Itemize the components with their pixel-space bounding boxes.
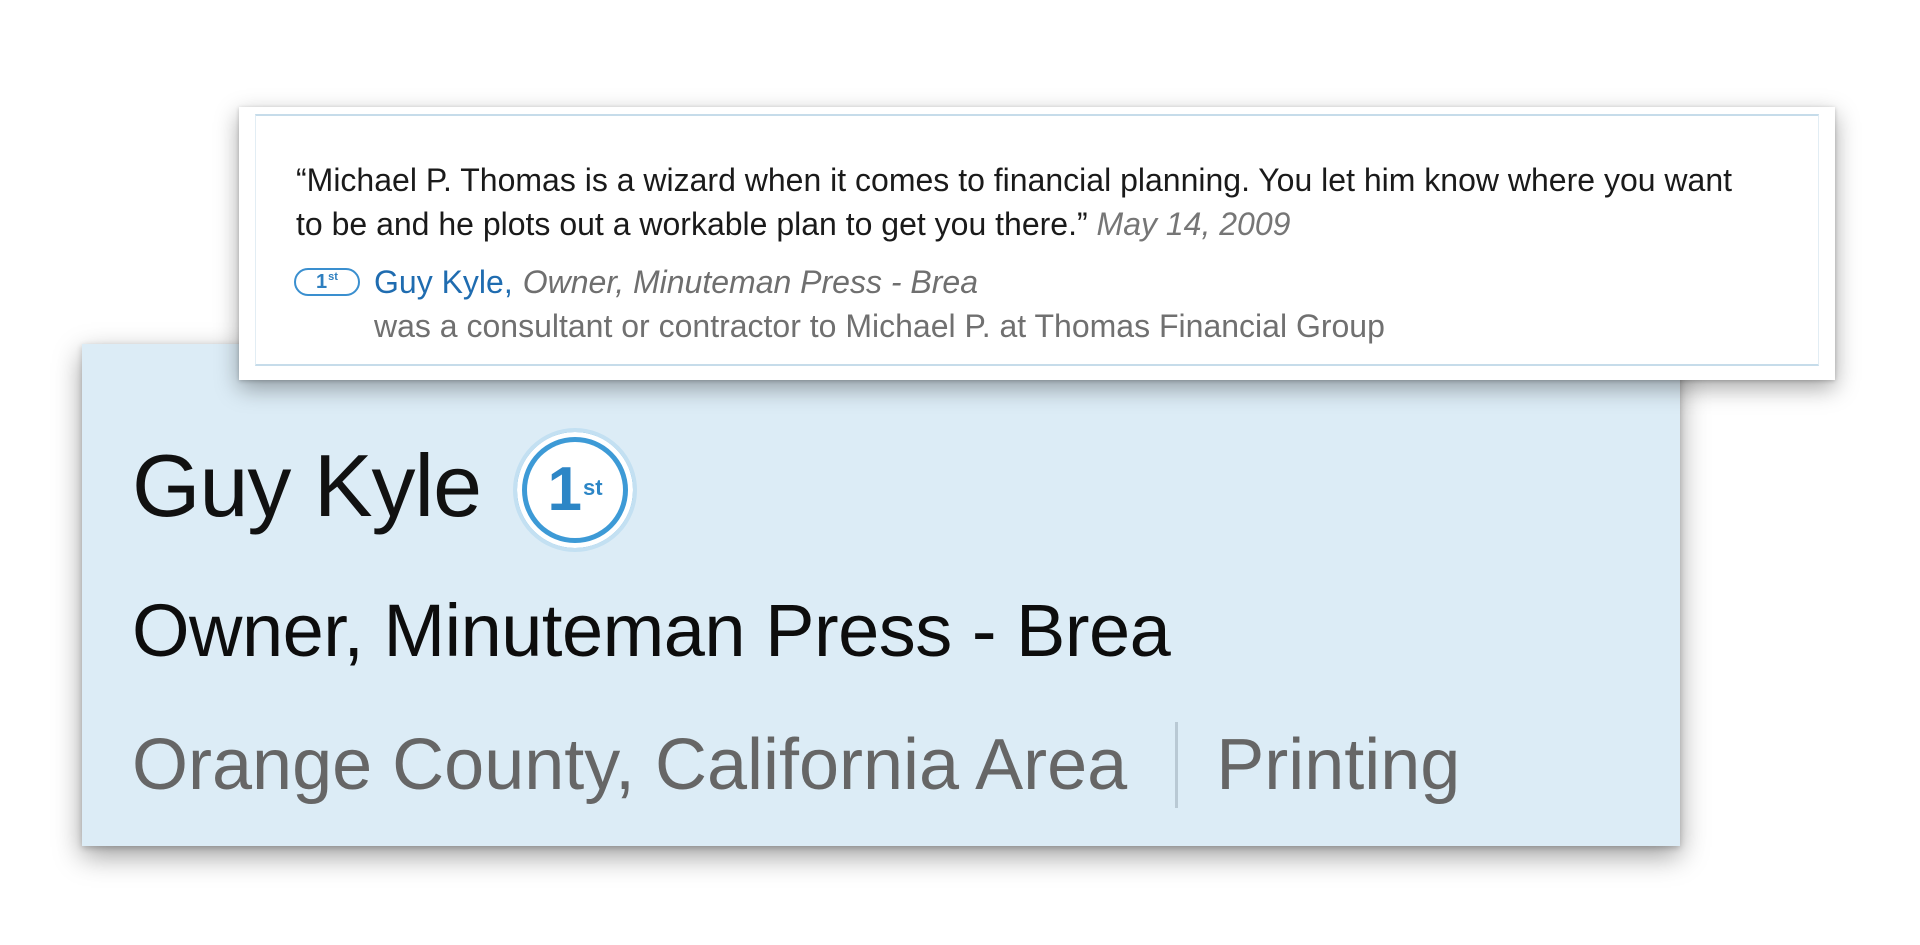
profile-name[interactable]: Guy Kyle bbox=[132, 442, 482, 530]
recommender-relation: was a consultant or contractor to Michae… bbox=[374, 308, 1385, 344]
screenshot-stage: Guy Kyle 1st Owner, Minuteman Press - Br… bbox=[0, 0, 1920, 945]
profile-industry: Printing bbox=[1216, 725, 1461, 805]
profile-headline: Owner, Minuteman Press - Brea bbox=[132, 589, 1171, 672]
profile-card: Guy Kyle 1st Owner, Minuteman Press - Br… bbox=[82, 344, 1680, 846]
recommendation-text: “Michael P. Thomas is a wizard when it c… bbox=[296, 162, 1733, 242]
degree-badge-inner: 1st bbox=[527, 442, 624, 538]
degree-badge-small-number: 1 bbox=[316, 271, 328, 293]
recommender-name-link[interactable]: Guy Kyle bbox=[374, 260, 504, 304]
recommender-title: Owner, Minuteman Press - Brea bbox=[522, 264, 978, 300]
degree-badge-number: 1 bbox=[547, 455, 582, 524]
first-degree-connection-icon: 1st bbox=[513, 428, 638, 552]
recommender-separator: , bbox=[503, 264, 513, 300]
profile-meta: Orange County, California Area Printing bbox=[132, 722, 1460, 808]
recommendation-inner: “Michael P. Thomas is a wizard when it c… bbox=[255, 114, 1819, 366]
recommendation-quote: “Michael P. Thomas is a wizard when it c… bbox=[296, 158, 1746, 246]
meta-divider bbox=[1175, 722, 1179, 808]
degree-badge-suffix: st bbox=[582, 475, 603, 500]
first-degree-connection-icon: 1st bbox=[294, 268, 360, 296]
degree-badge-small-suffix: st bbox=[328, 271, 338, 283]
profile-location: Orange County, California Area bbox=[132, 725, 1128, 805]
recommendation-date: May 14, 2009 bbox=[1096, 206, 1291, 242]
profile-name-row: Guy Kyle 1st bbox=[132, 424, 638, 552]
recommendation-author-row: 1st Guy Kyle, Owner, Minuteman Press - B… bbox=[294, 260, 978, 304]
recommendation-card: “Michael P. Thomas is a wizard when it c… bbox=[239, 107, 1835, 380]
